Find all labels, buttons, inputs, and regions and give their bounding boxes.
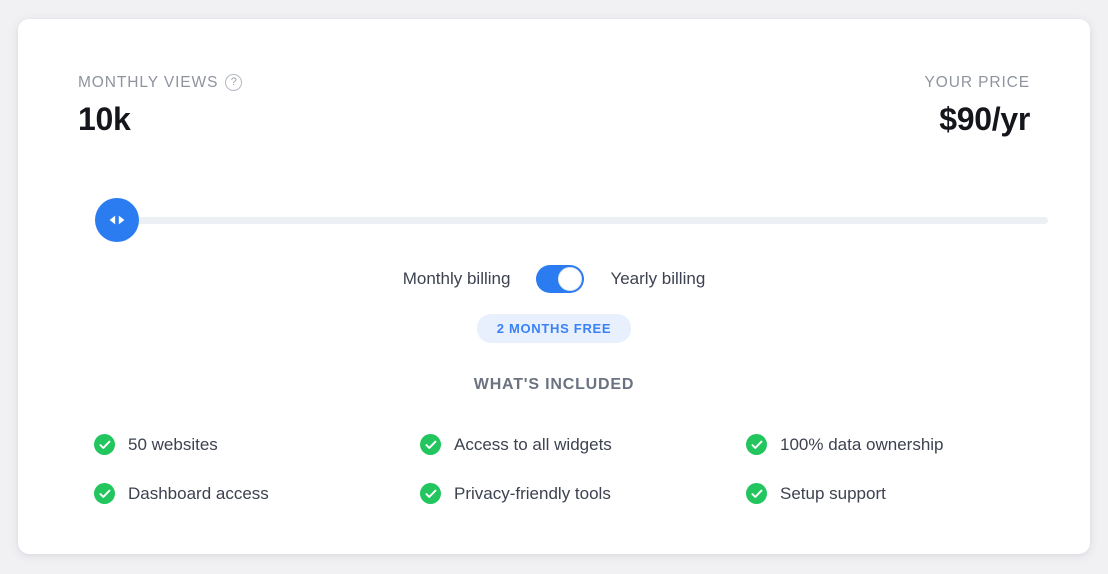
slider-handle[interactable] xyxy=(95,198,139,242)
slider-track[interactable] xyxy=(95,217,1048,224)
feature-item: Setup support xyxy=(746,483,1030,504)
feature-item: Privacy-friendly tools xyxy=(420,483,746,504)
pricing-card: MONTHLY VIEWS? 10k YOUR PRICE $90/yr Mon… xyxy=(18,19,1090,554)
check-circle-icon xyxy=(746,434,767,455)
promo-badge-row: 2 MONTHS FREE xyxy=(18,314,1090,343)
feature-label: Access to all widgets xyxy=(454,434,612,454)
billing-toggle[interactable] xyxy=(536,265,585,293)
metrics-row: MONTHLY VIEWS? 10k YOUR PRICE $90/yr xyxy=(78,73,1031,138)
monthly-views-label-row: MONTHLY VIEWS? xyxy=(78,73,243,92)
your-price-label: YOUR PRICE xyxy=(924,74,1030,91)
whats-included-heading: WHAT'S INCLUDED xyxy=(473,376,635,393)
question-mark-icon[interactable]: ? xyxy=(225,73,243,91)
feature-label: 50 websites xyxy=(128,434,218,454)
your-price-value: $90/yr xyxy=(939,101,1030,138)
monthly-views-stat: MONTHLY VIEWS? 10k xyxy=(78,73,243,138)
your-price-stat: YOUR PRICE $90/yr xyxy=(924,74,1031,138)
left-right-arrows-icon xyxy=(108,214,126,226)
check-circle-icon xyxy=(94,434,115,455)
feature-item: 50 websites xyxy=(94,434,420,455)
feature-label: Setup support xyxy=(780,483,886,503)
monthly-views-value: 10k xyxy=(78,101,131,138)
check-circle-icon xyxy=(420,434,441,455)
billing-toggle-row: Monthly billing Yearly billing xyxy=(18,265,1090,293)
feature-item: Dashboard access xyxy=(94,483,420,504)
monthly-views-label: MONTHLY VIEWS xyxy=(78,74,219,91)
months-free-badge: 2 MONTHS FREE xyxy=(476,314,632,343)
views-slider[interactable] xyxy=(95,198,1048,242)
toggle-knob xyxy=(558,267,583,291)
check-circle-icon xyxy=(746,483,767,504)
feature-label: Dashboard access xyxy=(128,483,269,503)
feature-label: 100% data ownership xyxy=(780,434,944,454)
feature-item: 100% data ownership xyxy=(746,434,1030,455)
check-circle-icon xyxy=(94,483,115,504)
check-circle-icon xyxy=(420,483,441,504)
features-grid: 50 websites Access to all widgets 100% d… xyxy=(94,434,1030,504)
feature-label: Privacy-friendly tools xyxy=(454,483,611,503)
yearly-billing-label[interactable]: Yearly billing xyxy=(610,269,705,289)
monthly-billing-label[interactable]: Monthly billing xyxy=(403,269,511,289)
feature-item: Access to all widgets xyxy=(420,434,746,455)
